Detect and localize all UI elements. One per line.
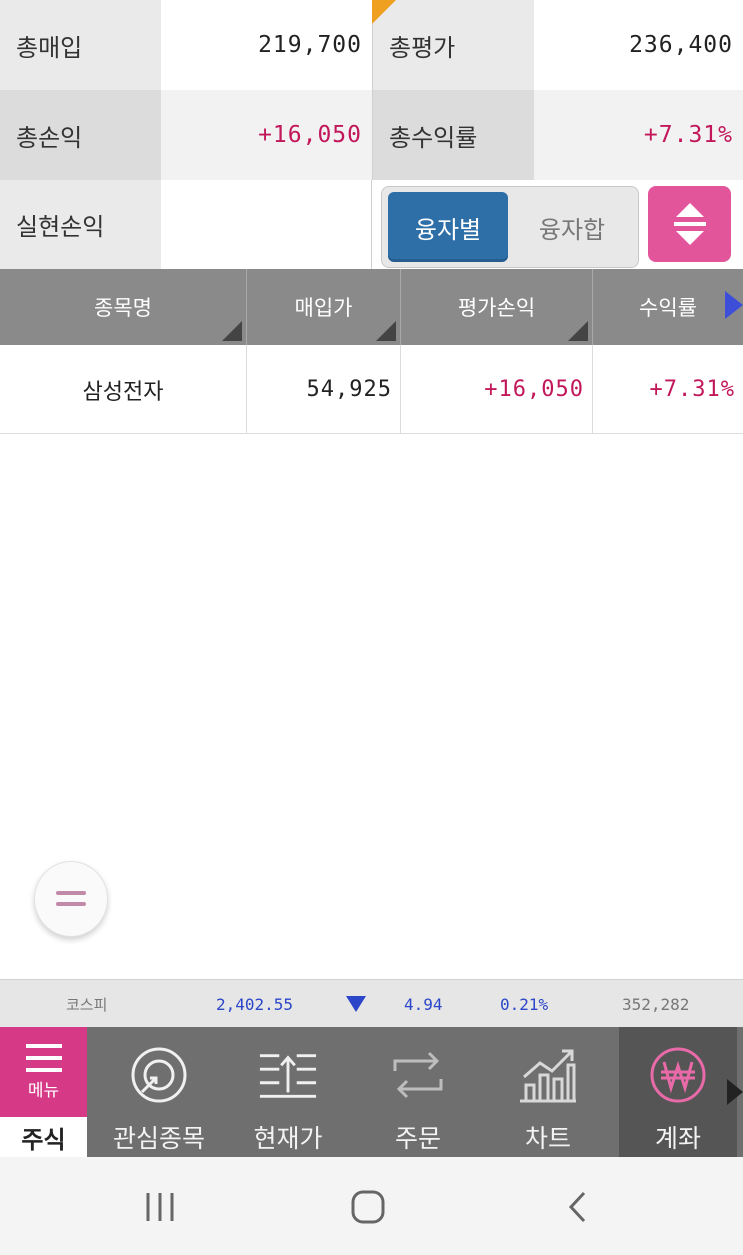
nav-chart-label: 차트 (524, 1124, 571, 1153)
nav-order[interactable]: 주문 (353, 1027, 483, 1157)
header-return-label: 수익률 (639, 296, 697, 320)
total-pnl-value: +16,050 (161, 90, 372, 180)
header-purchase-price-label: 매입가 (294, 296, 353, 320)
current-price-icon (258, 1045, 318, 1105)
hamburger-icon (25, 1043, 62, 1072)
row-pnl: +16,050 (401, 345, 593, 434)
summary-row-2: 총손익 +16,050 총수익률 +7.31% (0, 90, 743, 180)
order-icon (388, 1045, 448, 1105)
row-return: +7.31% (649, 377, 735, 402)
ticker-index-name: 코스피 (66, 995, 108, 1014)
bottom-app-nav: 메뉴 주식 관심종목 현재가 주문 차트 계좌 (0, 1027, 743, 1157)
total-return-label: 총수익률 (372, 90, 534, 180)
floating-menu-button[interactable] (34, 861, 108, 937)
header-return[interactable]: 수익률 (593, 269, 743, 345)
nav-watchlist-label: 관심종목 (112, 1124, 205, 1153)
header-stock-name[interactable]: 종목명 (0, 269, 247, 345)
nav-account-label: 계좌 (654, 1124, 701, 1153)
equals-icon (56, 891, 86, 906)
menu-label: 메뉴 (27, 1080, 60, 1101)
total-evaluation-value: 236,400 (534, 0, 743, 90)
row-purchase-price: 54,925 (247, 345, 401, 434)
corner-marker (372, 0, 396, 24)
system-nav-bar (0, 1157, 743, 1255)
total-purchase-value: 219,700 (161, 0, 372, 90)
nav-watchlist[interactable]: 관심종목 (95, 1027, 223, 1157)
nav-current-price[interactable]: 현재가 (223, 1027, 353, 1157)
nav-account[interactable]: 계좌 (619, 1027, 737, 1157)
total-purchase-label: 총매입 (0, 0, 161, 90)
ticker-index-value: 2,402.55 (216, 994, 294, 1014)
sort-corner-icon (376, 321, 396, 341)
summary-row-1: 총매입 219,700 총평가 236,400 (0, 0, 743, 90)
menu-button[interactable]: 메뉴 주식 (0, 1027, 87, 1157)
nav-scroll-right-icon[interactable] (727, 1079, 743, 1105)
row-stock-name: 삼성전자 (0, 345, 247, 434)
header-pnl-label: 평가손익 (457, 296, 536, 320)
realized-pnl-value (161, 180, 372, 269)
nav-order-label: 주문 (394, 1124, 441, 1153)
market-ticker[interactable]: 코스피 2,402.55 4.94 0.21% 352,282 (0, 979, 743, 1027)
total-pnl-label: 총손익 (0, 90, 161, 180)
header-stock-name-label: 종목명 (94, 296, 152, 320)
ticker-change: 4.94 (404, 994, 443, 1014)
header-purchase-price[interactable]: 매입가 (247, 269, 401, 345)
account-summary: 총매입 219,700 총평가 236,400 총손익 +16,050 총수익률… (0, 0, 743, 269)
won-icon (648, 1045, 708, 1105)
total-return-value: +7.31% (534, 90, 743, 180)
watchlist-icon (129, 1045, 189, 1105)
realized-pnl-label: 실현손익 (0, 180, 161, 269)
nav-chart[interactable]: 차트 (483, 1027, 613, 1157)
holdings-table-header: 종목명 매입가 평가손익 수익률 (0, 269, 743, 345)
home-icon[interactable] (346, 1185, 390, 1229)
total-evaluation-label: 총평가 (372, 0, 534, 90)
by-loan-button[interactable]: 융자별 (388, 192, 508, 262)
ticker-volume: 352,282 (622, 994, 690, 1014)
back-icon[interactable] (556, 1185, 600, 1229)
header-pnl[interactable]: 평가손익 (401, 269, 593, 345)
loan-view-toggle: 융자별 융자합 (381, 186, 639, 268)
chart-icon (518, 1045, 578, 1105)
sort-corner-icon (222, 321, 242, 341)
expand-collapse-icon (673, 203, 706, 245)
table-row[interactable]: 삼성전자 54,925 +16,050 +7.31% (0, 345, 743, 434)
loan-sum-button[interactable]: 융자합 (512, 192, 632, 262)
recent-apps-icon[interactable] (138, 1185, 182, 1229)
down-triangle-icon (346, 980, 366, 1028)
menu-top: 메뉴 (0, 1027, 87, 1117)
scroll-right-icon[interactable] (725, 291, 743, 319)
ticker-change-pct: 0.21% (500, 994, 549, 1014)
sort-corner-icon (568, 321, 588, 341)
stock-label[interactable]: 주식 (0, 1117, 87, 1157)
nav-current-price-label: 현재가 (253, 1124, 323, 1153)
expand-collapse-button[interactable] (648, 186, 731, 262)
